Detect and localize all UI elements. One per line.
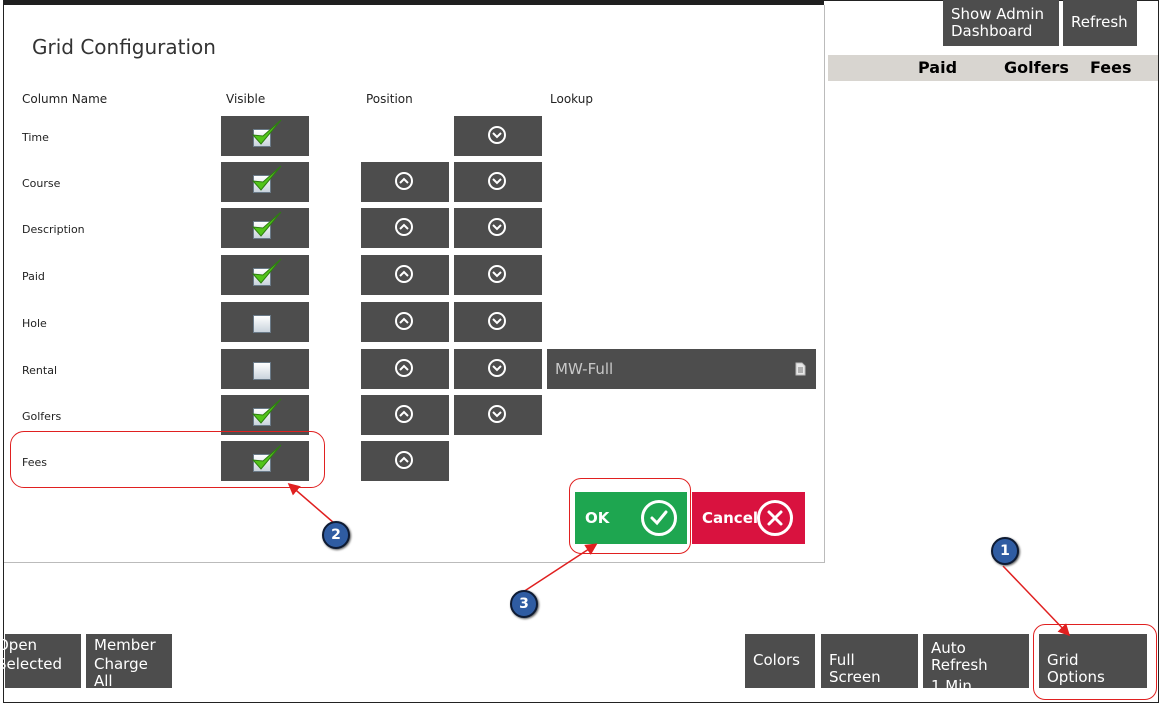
arrow-1 [1002,565,1071,637]
arrow-3 [522,543,598,593]
annotation-arrows [287,483,1071,637]
arrow-2 [287,483,335,524]
callout-badge-3: 3 [510,590,538,618]
callout-badge-2: 2 [322,521,350,549]
callout-badge-1: 1 [991,537,1019,565]
